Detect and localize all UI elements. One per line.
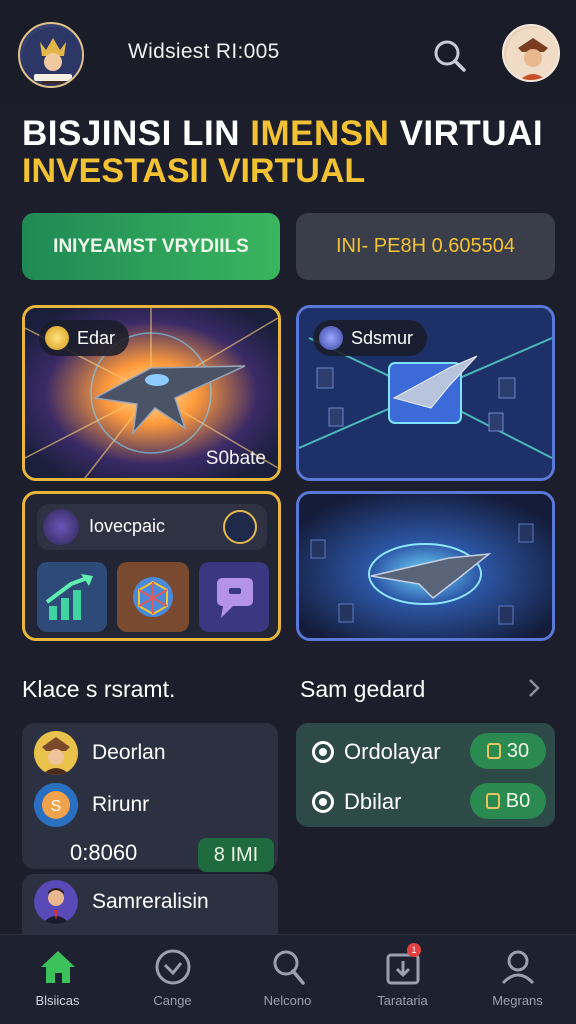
- globe-icon: [133, 577, 173, 617]
- list-item[interactable]: Deorlan: [22, 727, 278, 777]
- amount-row: 0:8060 8 IMI: [70, 838, 274, 874]
- radio-icon[interactable]: [312, 791, 334, 813]
- brand-avatar[interactable]: [18, 22, 84, 88]
- ghost-icon: [43, 509, 79, 545]
- share-icon[interactable]: [223, 510, 257, 544]
- hero-line1-a: BISJINSI LIN: [22, 114, 251, 153]
- globe-tile[interactable]: [117, 562, 189, 632]
- home-icon: [40, 951, 75, 983]
- card-1-tag: S0bate: [205, 448, 266, 469]
- search-button[interactable]: [428, 34, 472, 78]
- list-item-name: Ordolayar: [344, 739, 441, 764]
- card-1-label: Edar: [39, 320, 130, 356]
- hero-subheadline: INVESTASII VIRTUAL: [22, 152, 366, 190]
- invest-button[interactable]: INIYEAMST VRYDIILS: [22, 213, 280, 280]
- feature-card-4[interactable]: [296, 491, 555, 641]
- hero-headline: BISJINSI LIN IMENSN VIRTUAI: [22, 114, 543, 154]
- nav-label: Tarataria: [377, 993, 428, 1008]
- wallet-icon: [486, 743, 501, 759]
- check-circle-icon: [155, 949, 190, 985]
- card-3-title: Iovecpaic: [89, 516, 166, 536]
- list-item[interactable]: S Rirunr: [22, 779, 278, 829]
- pill-value: 30: [506, 739, 530, 762]
- list-item-name: Deorlan: [92, 741, 166, 764]
- nav-label: Blsiicas: [35, 993, 80, 1008]
- chevron-right-icon[interactable]: [524, 676, 544, 700]
- value-pill[interactable]: B0: [470, 783, 546, 819]
- hero-line1-highlight: IMENSN: [250, 114, 390, 153]
- cards-panel: Ordolayar 30 Dbilar B0: [296, 723, 555, 827]
- left-section-title: Klace s rsramt.: [22, 676, 176, 702]
- feature-card-3[interactable]: Iovecpaic: [22, 491, 281, 641]
- list-item-name: Dbilar: [344, 789, 402, 814]
- nav-item-profile[interactable]: Megrans: [460, 935, 575, 1024]
- pill-value: B0: [505, 789, 531, 812]
- list-item[interactable]: Ordolayar 30: [296, 729, 555, 773]
- avatar: [34, 731, 78, 775]
- nav-item-check[interactable]: Cange: [115, 935, 230, 1024]
- avatar: [34, 880, 78, 924]
- nav-item-inbox[interactable]: 1 Tarataria: [345, 935, 460, 1024]
- list-item-name: Rirunr: [92, 793, 150, 816]
- search-icon: [273, 950, 305, 985]
- jet-portal-illustration: [299, 494, 552, 638]
- feature-card-2[interactable]: Sdsmur: [296, 305, 555, 481]
- balance-button[interactable]: INI- PE8H 0.605504: [296, 213, 555, 280]
- growth-chart-icon: [45, 574, 93, 620]
- growth-chart-tile[interactable]: [37, 562, 107, 632]
- hero-line1-c: VIRTUAI: [389, 114, 544, 153]
- list-item[interactable]: Dbilar B0: [296, 779, 555, 823]
- right-section-title: Sam gedard: [300, 676, 426, 702]
- nav-item-search[interactable]: Nelcono: [230, 935, 345, 1024]
- wallet-icon: [485, 793, 500, 809]
- nav-label: Nelcono: [263, 993, 312, 1008]
- notification-badge: 1: [407, 943, 421, 957]
- radio-icon[interactable]: [312, 741, 334, 763]
- amount-value: 0:8060: [70, 840, 138, 865]
- nav-label: Cange: [153, 993, 192, 1008]
- feature-card-1[interactable]: Edar S0bate: [22, 305, 281, 481]
- profile-icon: [501, 950, 534, 985]
- bottom-nav: Blsiicas Cange Nelcono 1 Tarataria Megra…: [0, 934, 576, 1024]
- app-header: Widsiest RI:005: [0, 0, 576, 105]
- nav-label: Megrans: [492, 993, 543, 1008]
- nav-item-home[interactable]: Blsiicas: [0, 935, 115, 1024]
- user-avatar[interactable]: [502, 24, 560, 82]
- card-1-title: Edar: [77, 327, 116, 348]
- coin-icon: [45, 326, 69, 350]
- search-icon: [434, 40, 466, 72]
- header-title: Widsiest RI:005: [128, 40, 280, 63]
- value-pill[interactable]: 30: [470, 733, 546, 769]
- card-2-title: Sdsmur: [351, 327, 414, 348]
- chat-icon: [217, 578, 253, 618]
- chat-tile[interactable]: [199, 562, 269, 632]
- list-item-name: Samreralisin: [92, 890, 209, 913]
- amount-chip[interactable]: 8 IMI: [198, 838, 274, 872]
- svg-text:S: S: [51, 798, 62, 815]
- gear-icon: [319, 326, 343, 350]
- card-2-label: Sdsmur: [313, 320, 428, 356]
- coin-avatar: S: [34, 783, 78, 827]
- card-3-header: Iovecpaic: [37, 504, 267, 550]
